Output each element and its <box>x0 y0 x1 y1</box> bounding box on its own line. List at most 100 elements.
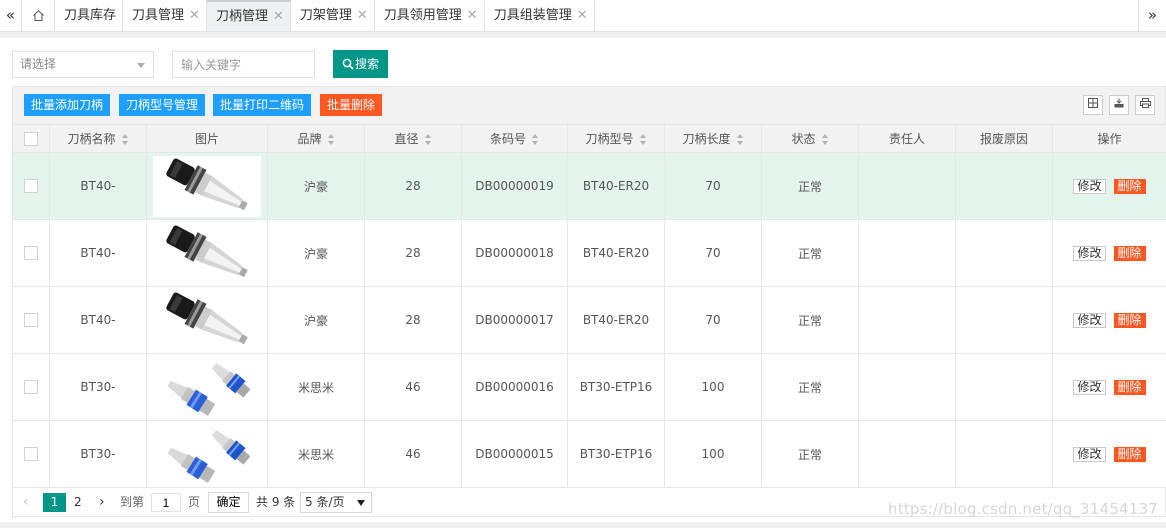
page-size-select[interactable]: 5 条/页 <box>300 492 372 513</box>
table-row[interactable]: BT30- 米思米 46 DB00000016 BT30-ETP16 100 正… <box>12 353 1166 421</box>
select-all-checkbox-cell[interactable] <box>12 124 50 153</box>
sort-icon[interactable] <box>121 134 129 145</box>
tab-label: 刀柄管理 <box>215 9 268 24</box>
cell-diameter: 46 <box>364 353 462 421</box>
tab-holder-management[interactable]: 刀柄管理 ✕ <box>206 0 291 32</box>
tab-tool-inventory[interactable]: 刀具库存 <box>55 0 124 31</box>
col-header-length[interactable]: 刀柄长度 <box>664 124 762 153</box>
cell-reason <box>955 420 1053 488</box>
close-icon[interactable]: ✕ <box>577 0 588 31</box>
tab-rack-management[interactable]: 刀架管理 ✕ <box>290 0 375 31</box>
row-checkbox-cell[interactable] <box>12 219 50 287</box>
cell-brand: 米思米 <box>267 353 365 421</box>
sort-icon[interactable] <box>736 134 744 145</box>
sort-icon[interactable] <box>327 134 335 145</box>
col-header-barcode[interactable]: 条码号 <box>461 124 568 153</box>
tab-home[interactable] <box>22 0 55 31</box>
chevron-down-icon <box>357 500 365 506</box>
col-header-model[interactable]: 刀柄型号 <box>567 124 665 153</box>
delete-button[interactable]: 删除 <box>1113 178 1146 194</box>
cell-model: BT40-ER20 <box>567 152 665 220</box>
row-checkbox[interactable] <box>24 246 38 261</box>
cell-name: BT30- <box>49 420 147 488</box>
row-checkbox-cell[interactable] <box>12 152 50 220</box>
col-header-name[interactable]: 刀柄名称 <box>49 124 147 153</box>
cell-actions: 修改 删除 <box>1052 152 1166 220</box>
edit-button[interactable]: 修改 <box>1073 446 1106 462</box>
cell-length: 70 <box>664 219 762 287</box>
close-icon[interactable]: ✕ <box>273 1 284 32</box>
page-2-button[interactable]: 2 <box>74 493 82 512</box>
tab-tool-requisition[interactable]: 刀具领用管理 ✕ <box>374 0 485 31</box>
col-header-brand[interactable]: 品牌 <box>267 124 365 153</box>
holder-image <box>153 222 261 284</box>
row-checkbox-cell[interactable] <box>12 286 50 354</box>
goto-confirm-button[interactable]: 确定 <box>208 492 249 513</box>
edit-button[interactable]: 修改 <box>1073 178 1106 194</box>
divider <box>0 522 1166 528</box>
edit-button[interactable]: 修改 <box>1073 312 1106 328</box>
page-1-button[interactable]: 1 <box>43 493 66 512</box>
row-checkbox-cell[interactable] <box>12 353 50 421</box>
columns-icon[interactable] <box>1083 95 1103 115</box>
cell-reason <box>955 152 1053 220</box>
goto-page-input[interactable] <box>151 493 181 512</box>
table-row[interactable]: BT30- 米思米 46 DB00000015 BT30-ETP16 100 正… <box>12 420 1166 488</box>
sort-icon[interactable] <box>532 134 539 145</box>
row-checkbox[interactable] <box>24 179 38 194</box>
row-checkbox[interactable] <box>24 447 38 462</box>
batch-add-button[interactable]: 批量添加刀柄 <box>24 94 111 116</box>
print-icon[interactable] <box>1135 95 1155 115</box>
double-chevron-left-icon[interactable]: « <box>0 0 22 31</box>
row-checkbox[interactable] <box>24 380 38 395</box>
row-checkbox[interactable] <box>24 313 38 328</box>
close-icon[interactable]: ✕ <box>357 0 368 31</box>
goto-label: 到第 <box>120 495 145 509</box>
tab-label: 刀架管理 <box>299 8 352 23</box>
row-checkbox-cell[interactable] <box>12 420 50 488</box>
delete-button[interactable]: 删除 <box>1113 379 1146 395</box>
select-all-checkbox[interactable] <box>24 131 38 146</box>
col-header-diameter[interactable]: 直径 <box>364 124 462 153</box>
edit-button[interactable]: 修改 <box>1073 245 1106 261</box>
next-page-icon[interactable]: › <box>99 493 105 512</box>
cell-name: BT40- <box>49 152 147 220</box>
cell-actions: 修改 删除 <box>1052 219 1166 287</box>
table-row[interactable]: BT40- 沪豪 28 DB00000018 BT40-ER20 70 正常 修… <box>12 219 1166 287</box>
table-row[interactable]: BT40- 沪豪 28 DB00000019 BT40-ER20 70 正常 修… <box>12 152 1166 220</box>
sort-icon[interactable] <box>639 134 647 145</box>
cell-diameter: 28 <box>364 152 462 220</box>
close-icon[interactable]: ✕ <box>467 0 478 31</box>
close-icon[interactable]: ✕ <box>189 0 200 31</box>
prev-page-icon[interactable]: ‹ <box>23 493 29 512</box>
cell-owner <box>858 286 956 354</box>
col-header-image: 图片 <box>146 124 268 153</box>
search-input[interactable] <box>172 51 315 78</box>
delete-button[interactable]: 删除 <box>1113 446 1146 462</box>
search-button[interactable]: 搜索 <box>333 50 388 78</box>
double-chevron-right-icon[interactable]: » <box>1138 0 1166 31</box>
model-manage-button[interactable]: 刀柄型号管理 <box>119 94 206 116</box>
holder-image <box>153 356 261 418</box>
delete-button[interactable]: 删除 <box>1113 245 1146 261</box>
col-header-status[interactable]: 状态 <box>761 124 859 153</box>
field-select[interactable]: 请选择 <box>12 51 154 78</box>
sort-icon[interactable] <box>424 134 432 145</box>
page-unit-label: 页 <box>188 495 201 509</box>
page-size-label: 5 条/页 <box>305 495 345 509</box>
cell-barcode: DB00000017 <box>461 286 568 354</box>
cell-name: BT30- <box>49 353 147 421</box>
cell-status: 正常 <box>761 219 859 287</box>
tab-bar: « 刀具库存 刀具管理 ✕ 刀柄管理 ✕ 刀架管理 ✕ 刀具领用管理 ✕ 刀具组… <box>0 0 1166 32</box>
tab-tool-assembly[interactable]: 刀具组装管理 ✕ <box>484 0 595 31</box>
chevron-down-icon <box>137 63 145 68</box>
tab-tool-management[interactable]: 刀具管理 ✕ <box>123 0 207 31</box>
cell-diameter: 46 <box>364 420 462 488</box>
table-row[interactable]: BT40- 沪豪 28 DB00000017 BT40-ER20 70 正常 修… <box>12 286 1166 354</box>
export-icon[interactable] <box>1109 95 1129 115</box>
print-qr-button[interactable]: 批量打印二维码 <box>213 94 312 116</box>
sort-icon[interactable] <box>821 134 829 145</box>
delete-button[interactable]: 删除 <box>1113 312 1146 328</box>
edit-button[interactable]: 修改 <box>1073 379 1106 395</box>
batch-delete-button[interactable]: 批量删除 <box>320 94 383 116</box>
